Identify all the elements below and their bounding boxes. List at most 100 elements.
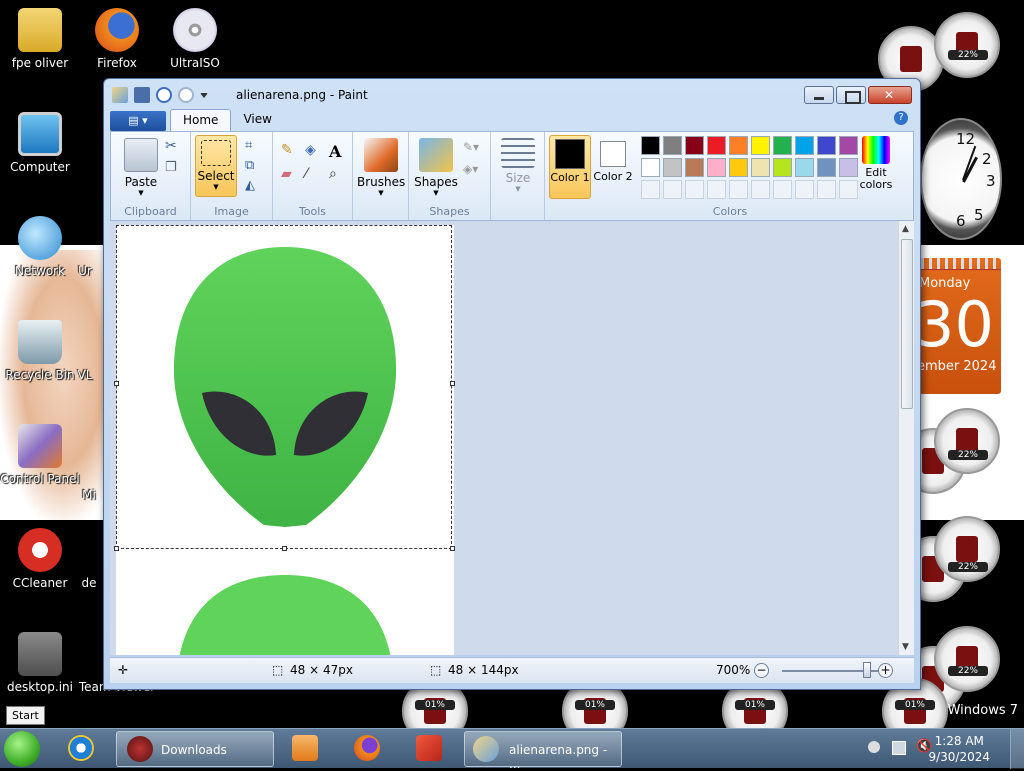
cpu-meter-gadget[interactable] (934, 626, 1000, 692)
cut-icon[interactable]: ✂ (165, 138, 183, 156)
palette-color[interactable] (817, 136, 836, 155)
taskbar-paint[interactable]: alienarena.png - ... (464, 731, 622, 771)
fill-bucket-icon[interactable]: ◈ (305, 142, 323, 160)
palette-color[interactable] (795, 158, 814, 177)
paint-app-icon[interactable] (112, 87, 128, 103)
close-button[interactable] (868, 86, 912, 104)
start-button[interactable] (4, 731, 40, 767)
palette-color[interactable] (641, 136, 660, 155)
selection-rectangle[interactable] (116, 225, 452, 549)
canvas-area[interactable] (110, 221, 900, 655)
undo-icon[interactable] (156, 87, 172, 103)
palette-color[interactable] (773, 158, 792, 177)
palette-custom-slot[interactable] (641, 180, 660, 199)
file-menu-button[interactable]: ▤ ▾ (110, 111, 166, 131)
title-bar[interactable]: alienarena.png - Paint (104, 79, 920, 109)
help-icon[interactable]: ? (894, 111, 908, 125)
zoom-in-button[interactable]: + (878, 663, 893, 678)
zoom-slider-thumb[interactable] (863, 662, 871, 678)
firefox-icon[interactable] (354, 735, 380, 761)
shapes-button[interactable]: Shapes ▼ (413, 138, 459, 197)
palette-color[interactable] (795, 136, 814, 155)
desktop-icon-fpe-oliver[interactable]: fpe oliver (0, 8, 80, 70)
resize-handle[interactable] (114, 546, 119, 551)
desktop-icon-partial[interactable]: Ur (62, 264, 108, 278)
outline-icon[interactable]: ✎▾ (463, 140, 481, 158)
palette-custom-slot[interactable] (751, 180, 770, 199)
palette-color[interactable] (663, 136, 682, 155)
clock-gadget[interactable]: 12 2 3 5 6 (920, 118, 1002, 240)
calendar-gadget[interactable]: Monday 30 ember 2024 (913, 258, 1001, 394)
paint-window[interactable]: alienarena.png - Paint ▤ ▾ Home View ? P… (103, 78, 921, 690)
palette-color[interactable] (685, 158, 704, 177)
select-button[interactable]: Select ▼ (195, 135, 237, 197)
palette-custom-slot[interactable] (795, 180, 814, 199)
customize-qat-icon[interactable] (200, 92, 208, 98)
resize-handle[interactable] (114, 381, 119, 386)
save-icon[interactable] (134, 87, 150, 103)
paste-button[interactable]: Paste ▼ (117, 138, 165, 197)
maximize-button[interactable] (836, 86, 866, 104)
minimize-button[interactable] (804, 86, 834, 104)
copy-icon[interactable]: ❐ (165, 160, 183, 178)
palette-color[interactable] (685, 136, 704, 155)
palette-color[interactable] (707, 158, 726, 177)
zoom-out-button[interactable]: − (754, 663, 769, 678)
redo-icon[interactable] (178, 87, 194, 103)
palette-color[interactable] (707, 136, 726, 155)
desktop-icon-control-panel[interactable]: Control Panel (0, 424, 80, 486)
rotate-icon[interactable]: ◭ (245, 178, 263, 196)
palette-color[interactable] (751, 136, 770, 155)
desktop-icon-firefox[interactable]: Firefox (77, 8, 157, 70)
palette-color[interactable] (729, 158, 748, 177)
taskbar-downloads[interactable]: Downloads (116, 731, 274, 767)
vertical-scrollbar[interactable]: ▲ ▼ (898, 221, 914, 655)
tab-view[interactable]: View (231, 109, 283, 131)
internet-explorer-icon[interactable] (68, 735, 94, 761)
desktop-icon-computer[interactable]: Computer (0, 112, 80, 174)
text-icon[interactable]: A (329, 142, 347, 161)
resize-handle[interactable] (450, 546, 455, 551)
brushes-button[interactable]: Brushes ▼ (357, 138, 405, 197)
palette-custom-slot[interactable] (685, 180, 704, 199)
size-button[interactable]: Size ▼ (495, 138, 541, 193)
tab-home[interactable]: Home (170, 109, 232, 131)
scroll-down-icon[interactable]: ▼ (902, 642, 909, 652)
magnifier-icon[interactable]: ⌕ (329, 166, 347, 184)
resize-icon[interactable]: ⧉ (245, 158, 263, 176)
palette-color[interactable] (729, 136, 748, 155)
palette-custom-slot[interactable] (707, 180, 726, 199)
cpu-meter-gadget[interactable] (934, 408, 1000, 474)
scrollbar-thumb[interactable] (901, 239, 913, 409)
fill-icon[interactable]: ◈▾ (463, 162, 481, 180)
cpu-meter-gadget[interactable] (934, 12, 1000, 78)
crop-icon[interactable]: ⌗ (245, 138, 263, 156)
resize-handle[interactable] (450, 381, 455, 386)
palette-custom-slot[interactable] (663, 180, 682, 199)
palette-color[interactable] (663, 158, 682, 177)
eraser-icon[interactable]: ▰ (281, 166, 299, 184)
toolbox-icon[interactable] (416, 735, 442, 761)
edit-colors-button[interactable]: Edit colors (851, 136, 901, 191)
scroll-up-icon[interactable]: ▲ (902, 224, 909, 234)
palette-custom-slot[interactable] (773, 180, 792, 199)
tray-minus-icon[interactable] (868, 741, 880, 753)
network-tray-icon[interactable] (892, 741, 906, 755)
pencil-icon[interactable]: ✎ (281, 142, 299, 160)
media-player-icon[interactable] (292, 735, 318, 761)
desktop-icon-partial[interactable]: VL (62, 368, 108, 382)
color-picker-icon[interactable]: ⁄ (305, 166, 323, 184)
palette-color[interactable] (817, 158, 836, 177)
palette-color[interactable] (751, 158, 770, 177)
palette-color[interactable] (773, 136, 792, 155)
zoom-slider[interactable] (782, 670, 890, 672)
resize-handle[interactable] (282, 546, 287, 551)
cpu-meter-gadget[interactable] (934, 516, 1000, 582)
color2-button[interactable]: Color 2 (593, 135, 633, 199)
palette-custom-slot[interactable] (729, 180, 748, 199)
desktop-icon-desktop-ini[interactable]: desktop.ini (0, 632, 80, 694)
desktop-icon-ultraiso[interactable]: UltraISO (155, 8, 235, 70)
palette-color[interactable] (641, 158, 660, 177)
palette-custom-slot[interactable] (817, 180, 836, 199)
color1-button[interactable]: Color 1 (549, 135, 591, 199)
